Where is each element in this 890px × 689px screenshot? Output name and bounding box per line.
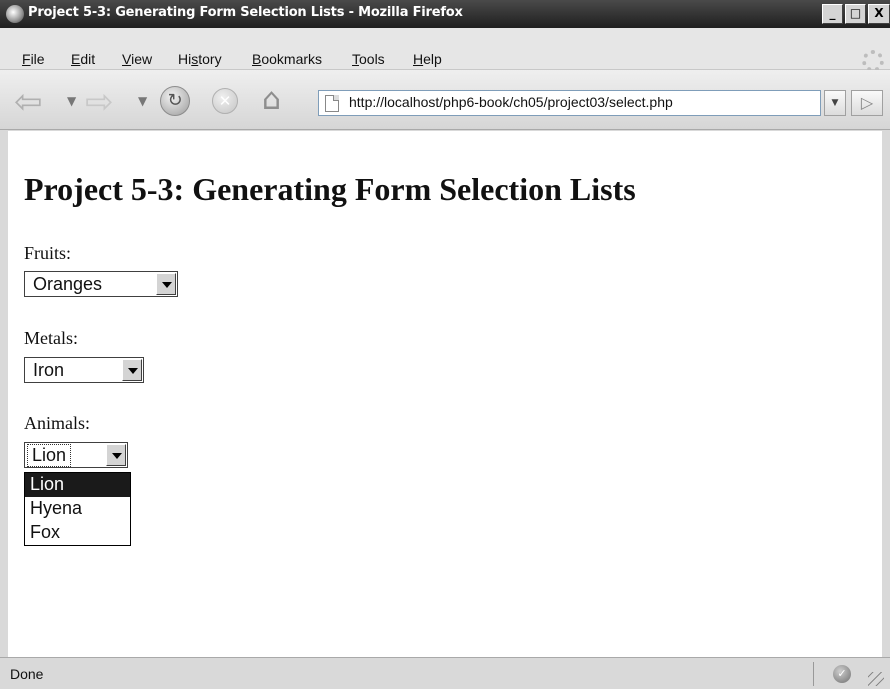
animals-selected-value: Lion <box>26 444 72 467</box>
url-bar[interactable]: http://localhost/php6-book/ch05/project0… <box>318 90 821 116</box>
metals-select[interactable]: Iron <box>24 357 144 383</box>
animals-select[interactable]: Lion <box>24 442 128 468</box>
back-arrow-icon[interactable]: ⇦ <box>14 82 43 122</box>
url-text: http://localhost/php6-book/ch05/project0… <box>349 94 673 110</box>
forward-history-dropdown-icon[interactable]: ▼ <box>138 94 147 108</box>
stop-icon[interactable]: ✕ <box>212 88 238 114</box>
status-divider <box>813 662 814 686</box>
chevron-down-icon[interactable] <box>156 273 176 295</box>
status-text: Done <box>10 666 44 682</box>
maximize-button[interactable]: □ <box>845 4 866 24</box>
status-check-icon: ✓ <box>833 665 851 683</box>
menu-bar: File Edit View History Bookmarks Tools H… <box>0 28 890 70</box>
metals-selected-value: Iron <box>33 360 65 380</box>
back-history-dropdown-icon[interactable]: ▼ <box>67 94 76 108</box>
menu-file[interactable]: File <box>22 51 45 67</box>
page-icon <box>325 95 339 112</box>
metals-label: Metals: <box>24 328 78 348</box>
close-button[interactable]: X <box>868 4 890 24</box>
url-dropdown-icon[interactable]: ▼ <box>824 90 846 116</box>
menu-bookmarks[interactable]: Bookmarks <box>252 51 322 67</box>
page-title: Project 5-3: Generating Form Selection L… <box>24 171 636 207</box>
throbber-icon <box>862 50 884 72</box>
window-title: Project 5-3: Generating Form Selection L… <box>28 5 463 20</box>
fruits-select[interactable]: Oranges <box>24 271 178 297</box>
reload-icon[interactable]: ↻ <box>160 86 190 116</box>
chevron-down-icon[interactable] <box>106 444 126 466</box>
animals-option-fox[interactable]: Fox <box>25 521 130 545</box>
menu-help[interactable]: Help <box>413 51 442 67</box>
page-content: Project 5-3: Generating Form Selection L… <box>8 131 882 657</box>
title-bar: Project 5-3: Generating Form Selection L… <box>0 0 890 28</box>
status-bar: Done ✓ <box>0 657 890 689</box>
minimize-button[interactable]: _ <box>822 4 843 24</box>
animals-label: Animals: <box>24 413 90 433</box>
fruits-selected-value: Oranges <box>33 274 103 294</box>
animals-option-hyena[interactable]: Hyena <box>25 497 130 521</box>
browser-window: Project 5-3: Generating Form Selection L… <box>0 0 890 689</box>
animals-dropdown-list: Lion Hyena Fox <box>24 472 131 546</box>
go-arrow-icon[interactable]: ▷ <box>851 90 883 116</box>
forward-arrow-icon[interactable]: ⇨ <box>85 82 114 122</box>
menu-history[interactable]: History <box>178 51 222 67</box>
resize-grip-icon[interactable] <box>868 672 884 686</box>
home-icon[interactable]: ⌂ <box>262 82 281 117</box>
animals-option-lion[interactable]: Lion <box>25 473 130 497</box>
menu-tools[interactable]: Tools <box>352 51 385 67</box>
menu-edit[interactable]: Edit <box>71 51 95 67</box>
fruits-label: Fruits: <box>24 243 72 263</box>
firefox-icon <box>6 5 24 23</box>
chevron-down-icon[interactable] <box>122 359 142 381</box>
menu-view[interactable]: View <box>122 51 152 67</box>
navigation-toolbar: ⇦ ▼ ⇨ ▼ ↻ ✕ ⌂ http://localhost/php6-book… <box>0 70 890 130</box>
